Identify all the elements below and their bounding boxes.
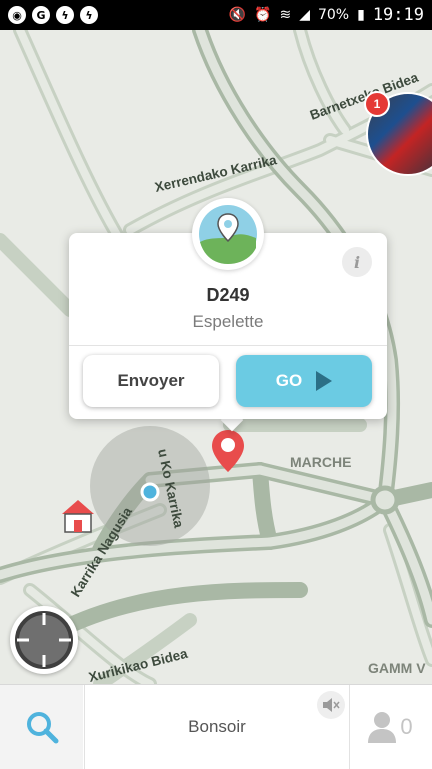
search-button[interactable] bbox=[0, 685, 83, 769]
bottom-bar: Bonsoir 0 bbox=[0, 684, 432, 769]
recenter-button[interactable] bbox=[10, 606, 78, 674]
notification-icons: ◉ G ϟ ϟ bbox=[0, 6, 98, 24]
system-icons: 🔇 ⏰ ≋ ◢ 70% ▮ 19:19 bbox=[229, 5, 432, 25]
area-label: GAMM V bbox=[368, 660, 426, 676]
greeting-panel[interactable]: Bonsoir bbox=[84, 685, 350, 769]
mute-icon: 🔇 bbox=[228, 7, 247, 23]
users-count: 0 bbox=[400, 714, 413, 739]
search-icon bbox=[26, 712, 58, 744]
go-label: GO bbox=[275, 371, 303, 390]
play-arrow-icon bbox=[316, 371, 333, 391]
destination-title: D249 bbox=[206, 285, 250, 305]
chat-bubble-icon: G bbox=[32, 6, 50, 24]
area-label: MARCHE bbox=[290, 454, 351, 470]
sound-toggle[interactable] bbox=[317, 691, 345, 719]
signal-icon: ◢ bbox=[299, 7, 310, 23]
divider bbox=[69, 345, 387, 346]
current-location-dot bbox=[140, 482, 160, 502]
clock: 19:19 bbox=[372, 5, 424, 25]
messenger-icon: ϟ bbox=[56, 6, 74, 24]
destination-subtitle: Espelette bbox=[192, 312, 264, 331]
place-icon bbox=[192, 198, 264, 270]
wifi-icon: ≋ bbox=[279, 7, 292, 23]
send-button[interactable]: Envoyer bbox=[83, 355, 219, 407]
go-button[interactable]: GO bbox=[236, 355, 372, 407]
user-icon bbox=[368, 712, 397, 743]
roundabout bbox=[370, 485, 400, 515]
battery-percent: 70% bbox=[317, 7, 350, 23]
messenger-icon: ϟ bbox=[80, 6, 98, 24]
nearby-users-button[interactable]: 0 bbox=[349, 685, 432, 769]
maps-pin-icon: ◉ bbox=[8, 6, 26, 24]
crosshair-icon bbox=[15, 611, 73, 669]
status-bar: ◉ G ϟ ϟ 🔇 ⏰ ≋ ◢ 70% ▮ 19:19 bbox=[0, 0, 432, 30]
alarm-icon: ⏰ bbox=[254, 7, 272, 23]
info-button[interactable]: i bbox=[342, 247, 372, 277]
notification-badge: 1 bbox=[364, 91, 390, 117]
battery-charging-icon: ▮ bbox=[357, 7, 365, 23]
speaker-muted-icon bbox=[323, 698, 340, 712]
greeting-text: Bonsoir bbox=[188, 717, 246, 736]
